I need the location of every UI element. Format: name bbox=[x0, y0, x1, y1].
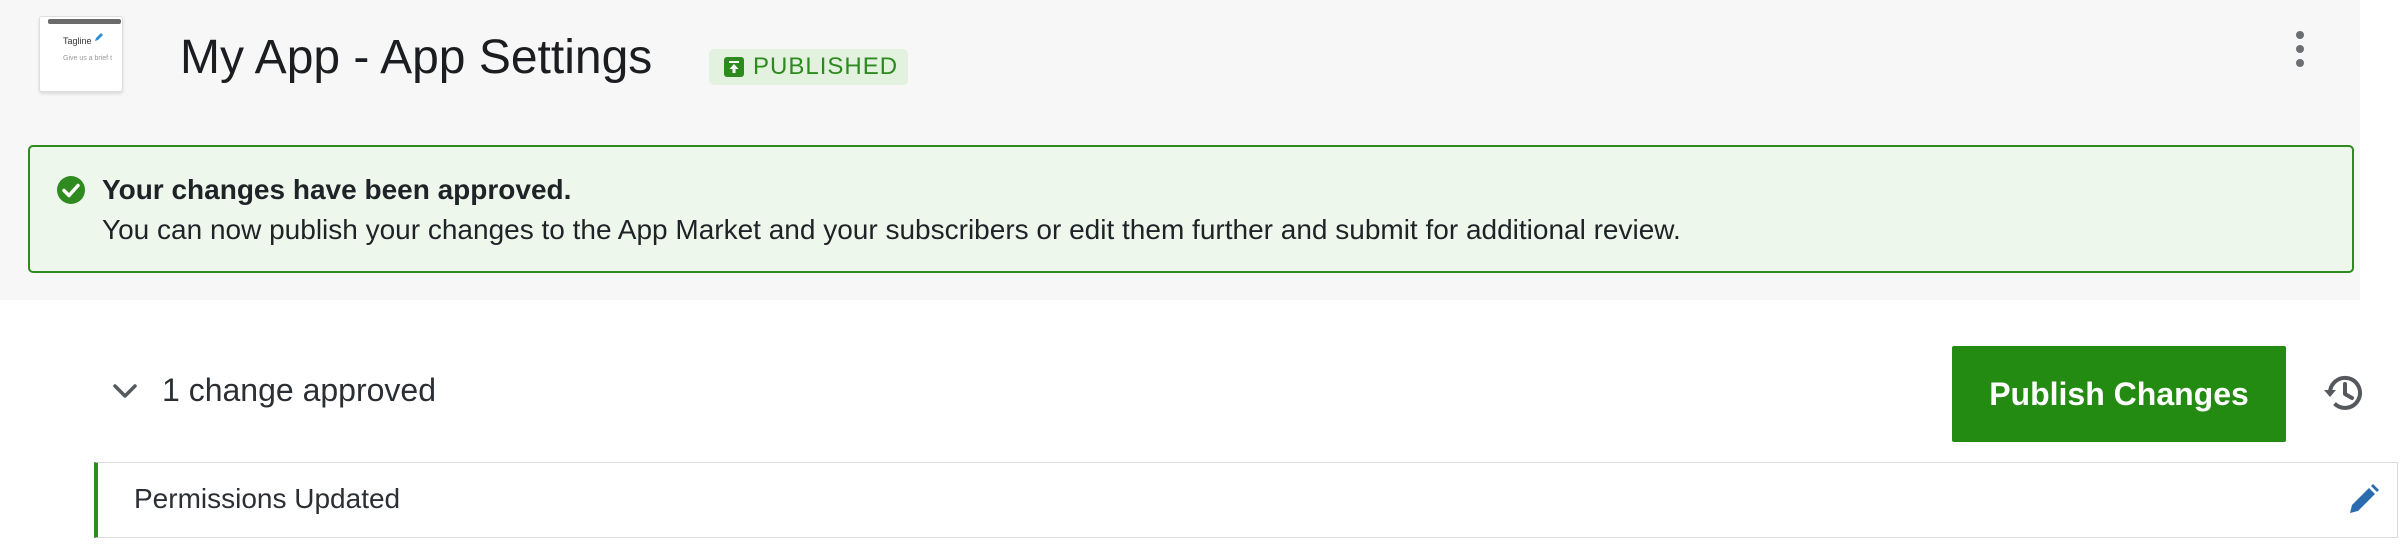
published-icon bbox=[724, 57, 744, 77]
changes-toggle[interactable]: 1 change approved bbox=[108, 372, 436, 409]
app-thumbnail[interactable]: Tagline Give us a brief t bbox=[39, 16, 123, 92]
pencil-icon[interactable] bbox=[2346, 483, 2380, 517]
publish-changes-button[interactable]: Publish Changes bbox=[1952, 346, 2286, 442]
approval-alert: Your changes have been approved. You can… bbox=[28, 145, 2354, 273]
status-badge-label: PUBLISHED bbox=[753, 53, 899, 80]
alert-body: You can now publish your changes to the … bbox=[102, 214, 1681, 245]
change-label: Permissions Updated bbox=[134, 483, 401, 514]
history-icon[interactable] bbox=[2322, 370, 2368, 416]
thumbnail-title: Tagline bbox=[63, 36, 92, 46]
thumbnail-subtitle: Give us a brief t bbox=[63, 55, 113, 62]
chevron-down-icon bbox=[113, 383, 137, 398]
page-title: My App - App Settings bbox=[180, 31, 653, 84]
header-area: Tagline Give us a brief t My App - App S… bbox=[0, 0, 2360, 300]
status-badge: PUBLISHED bbox=[709, 49, 909, 85]
check-circle-icon bbox=[57, 176, 85, 204]
thumbnail-bar bbox=[48, 19, 121, 24]
alert-title: Your changes have been approved. bbox=[102, 174, 572, 205]
change-row: Permissions Updated bbox=[94, 462, 2398, 538]
thumbnail-pencil-icon bbox=[95, 33, 103, 41]
changes-summary: 1 change approved bbox=[162, 372, 436, 408]
kebab-menu-icon[interactable] bbox=[2288, 28, 2312, 70]
